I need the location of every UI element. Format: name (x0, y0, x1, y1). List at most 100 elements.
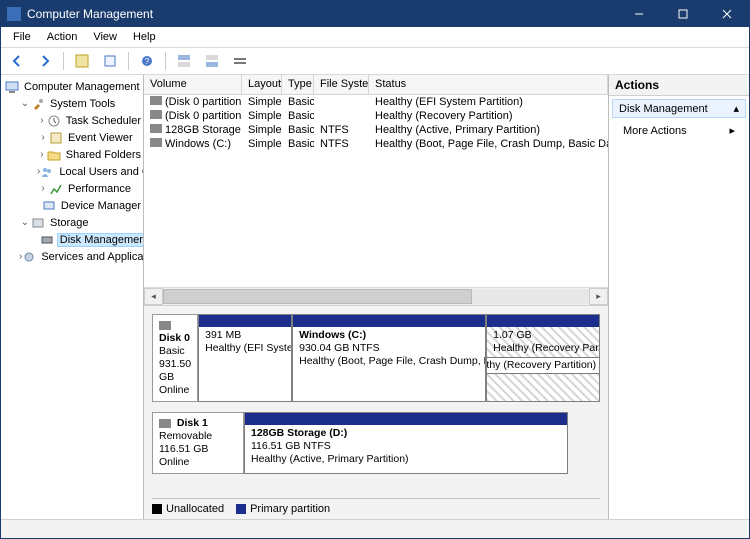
body: Computer Management (Local) ⌄ System Too… (1, 75, 749, 519)
device-icon (42, 199, 56, 213)
col-status[interactable]: Status (369, 75, 608, 95)
nav-tree[interactable]: Computer Management (Local) ⌄ System Too… (1, 75, 144, 519)
swatch-black (152, 504, 162, 514)
tree-disk-management[interactable]: Disk Management (1, 231, 143, 248)
partition[interactable]: 128GB Storage (D:)116.51 GB NTFSHealthy … (244, 412, 568, 474)
tree-local-users[interactable]: ›Local Users and Groups (1, 163, 143, 180)
disk-diagram: Disk 0Basic931.50 GBOnline391 MBHealthy … (144, 305, 608, 519)
disk-head[interactable]: Disk 1Removable116.51 GBOnline (152, 412, 244, 474)
computer-icon (5, 80, 19, 94)
col-fs[interactable]: File System (314, 75, 369, 95)
clock-icon (47, 114, 61, 128)
menu-action[interactable]: Action (39, 29, 86, 45)
action-more[interactable]: More Actions ▸ (609, 121, 749, 140)
actions-pane: Actions Disk Management ▴ More Actions ▸ (609, 75, 749, 519)
expand-icon[interactable]: › (37, 149, 47, 160)
menu-file[interactable]: File (5, 29, 39, 45)
volume-header: Volume Layout Type File System Status (144, 75, 608, 95)
separator (63, 52, 64, 70)
expand-icon[interactable]: › (37, 132, 49, 143)
scroll-thumb[interactable] (163, 289, 472, 304)
title-bar: Computer Management (1, 1, 749, 27)
minimize-button[interactable] (617, 1, 661, 27)
folder-icon (47, 148, 61, 162)
scroll-track[interactable] (163, 289, 589, 304)
disk-icon (40, 233, 54, 247)
tree-services-apps[interactable]: ›Services and Applications (1, 248, 143, 265)
perf-icon (49, 182, 63, 196)
volume-row[interactable]: (Disk 0 partition 1)SimpleBasicHealthy (… (144, 95, 608, 109)
partition[interactable]: Windows (C:)930.04 GB NTFSHealthy (Boot,… (292, 314, 486, 402)
menu-bar: File Action View Help (1, 27, 749, 48)
maximize-button[interactable] (661, 1, 705, 27)
app-window: Computer Management File Action View Hel… (0, 0, 750, 539)
close-button[interactable] (705, 1, 749, 27)
tree-shared-folders[interactable]: ›Shared Folders (1, 146, 143, 163)
collapse-icon[interactable]: ⌄ (19, 98, 31, 109)
back-button[interactable] (5, 49, 29, 73)
disk-head[interactable]: Disk 0Basic931.50 GBOnline (152, 314, 198, 402)
menu-help[interactable]: Help (125, 29, 164, 45)
expand-icon[interactable]: › (37, 183, 49, 194)
separator (128, 52, 129, 70)
view-bottom-button[interactable] (200, 49, 224, 73)
storage-icon (31, 216, 45, 230)
swatch-blue (236, 504, 246, 514)
partition[interactable]: 391 MBHealthy (EFI System Partition) (198, 314, 292, 402)
disk-row: Disk 1Removable116.51 GBOnline128GB Stor… (152, 412, 600, 474)
disk-icon (159, 321, 171, 330)
menu-view[interactable]: View (85, 29, 125, 45)
volume-row[interactable]: (Disk 0 partition 4)SimpleBasicHealthy (… (144, 109, 608, 123)
actions-section[interactable]: Disk Management ▴ (612, 99, 746, 118)
partition-cap (245, 413, 567, 425)
status-bar (1, 519, 749, 538)
collapse-icon[interactable]: ⌄ (19, 217, 31, 228)
partition-cap (487, 315, 599, 327)
partition-strip: 128GB Storage (D:)116.51 GB NTFSHealthy … (244, 412, 600, 474)
disk-icon (159, 419, 171, 428)
scroll-right-icon[interactable]: ▸ (589, 288, 608, 305)
legend-unallocated: Unallocated (152, 503, 224, 515)
legend: Unallocated Primary partition (152, 498, 600, 515)
tree-system-tools[interactable]: ⌄ System Tools (1, 95, 143, 112)
tree-root[interactable]: Computer Management (Local) (1, 78, 143, 95)
tool-bar: ? (1, 48, 749, 75)
volume-row[interactable]: 128GB Storage (D:)SimpleBasicNTFSHealthy… (144, 123, 608, 137)
col-volume[interactable]: Volume (144, 75, 242, 95)
scroll-left-icon[interactable]: ◂ (144, 288, 163, 305)
properties-button[interactable] (98, 49, 122, 73)
chevron-right-icon: ▸ (729, 124, 735, 137)
disk-icon (150, 96, 162, 105)
tree-device-manager[interactable]: Device Manager (1, 197, 143, 214)
partition-cap (293, 315, 485, 327)
event-icon (49, 131, 63, 145)
help-button[interactable]: ? (135, 49, 159, 73)
volume-row[interactable]: Windows (C:)SimpleBasicNTFSHealthy (Boot… (144, 137, 608, 151)
services-icon (22, 250, 36, 264)
disk-row: Disk 0Basic931.50 GBOnline391 MBHealthy … (152, 314, 600, 402)
partition-cap (199, 315, 291, 327)
tooltip: Healthy (Recovery Partition) (486, 357, 600, 374)
partition-strip: 391 MBHealthy (EFI System Partition)Wind… (198, 314, 600, 402)
col-layout[interactable]: Layout (242, 75, 282, 95)
partition[interactable]: 1.07 GBHealthy (Recovery Partition)Healt… (486, 314, 600, 402)
expand-icon[interactable]: › (37, 115, 47, 126)
col-type[interactable]: Type (282, 75, 314, 95)
tools-icon (31, 97, 45, 111)
disk-icon (150, 110, 162, 119)
settings-button[interactable] (228, 49, 252, 73)
tree-storage[interactable]: ⌄Storage (1, 214, 143, 231)
center-pane: Volume Layout Type File System Status (D… (144, 75, 609, 519)
tree-performance[interactable]: ›Performance (1, 180, 143, 197)
svg-text:?: ? (145, 57, 150, 66)
h-scrollbar[interactable]: ◂ ▸ (144, 287, 608, 305)
users-icon (40, 165, 54, 179)
separator (165, 52, 166, 70)
forward-button[interactable] (33, 49, 57, 73)
show-hide-tree-button[interactable] (70, 49, 94, 73)
view-top-button[interactable] (172, 49, 196, 73)
tree-task-scheduler[interactable]: ›Task Scheduler (1, 112, 143, 129)
disk-icon (150, 138, 162, 147)
volume-list[interactable]: (Disk 0 partition 1)SimpleBasicHealthy (… (144, 95, 608, 287)
tree-event-viewer[interactable]: ›Event Viewer (1, 129, 143, 146)
